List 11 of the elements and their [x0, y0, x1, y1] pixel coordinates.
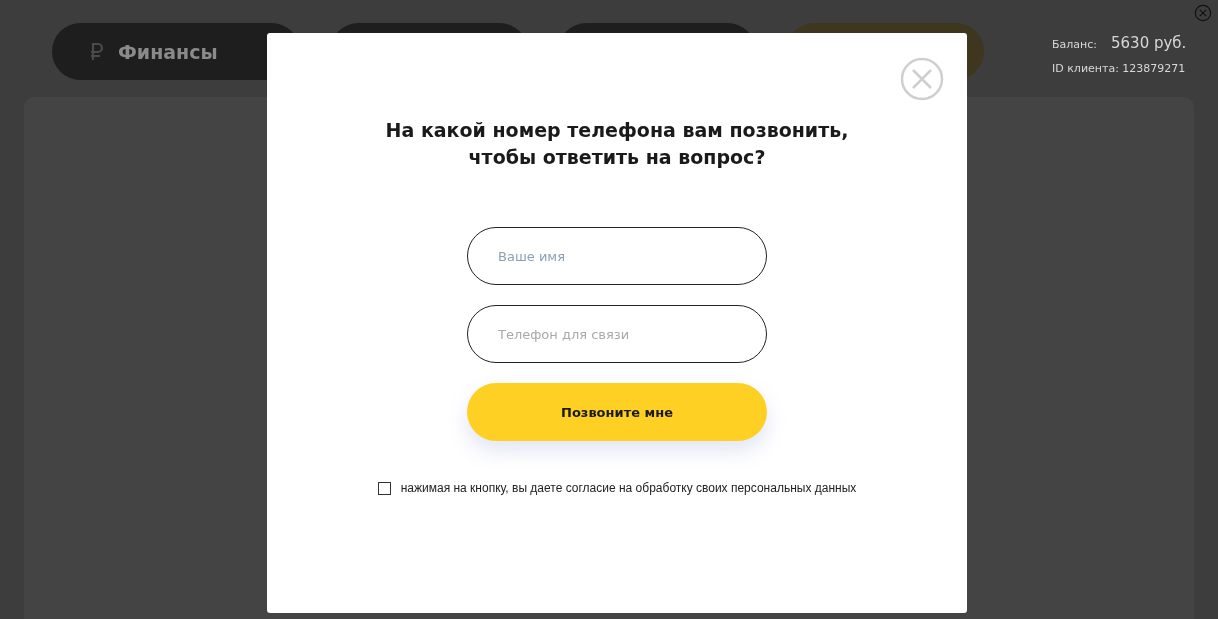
- checkbox[interactable]: [377, 481, 391, 495]
- balance-label: Баланс:: [1052, 38, 1097, 51]
- consent-text: нажимая на кнопку, вы даете согласие на обработку своих персональных данных: [400, 481, 857, 495]
- client-id: ID клиента: 123879271: [1052, 62, 1187, 75]
- call-me-button[interactable]: Позвоните мне: [467, 383, 767, 441]
- close-icon[interactable]: [1194, 4, 1212, 22]
- input-field[interactable]: Ваше имя: [467, 227, 767, 285]
- ruble-icon: [90, 41, 104, 62]
- balance-value: 5630 руб.: [1111, 34, 1187, 52]
- input-field[interactable]: Телефон для связи: [467, 305, 767, 363]
- dialog-title: На какой номер телефона вам позвонить, чтобы ответить на вопрос?: [385, 118, 849, 170]
